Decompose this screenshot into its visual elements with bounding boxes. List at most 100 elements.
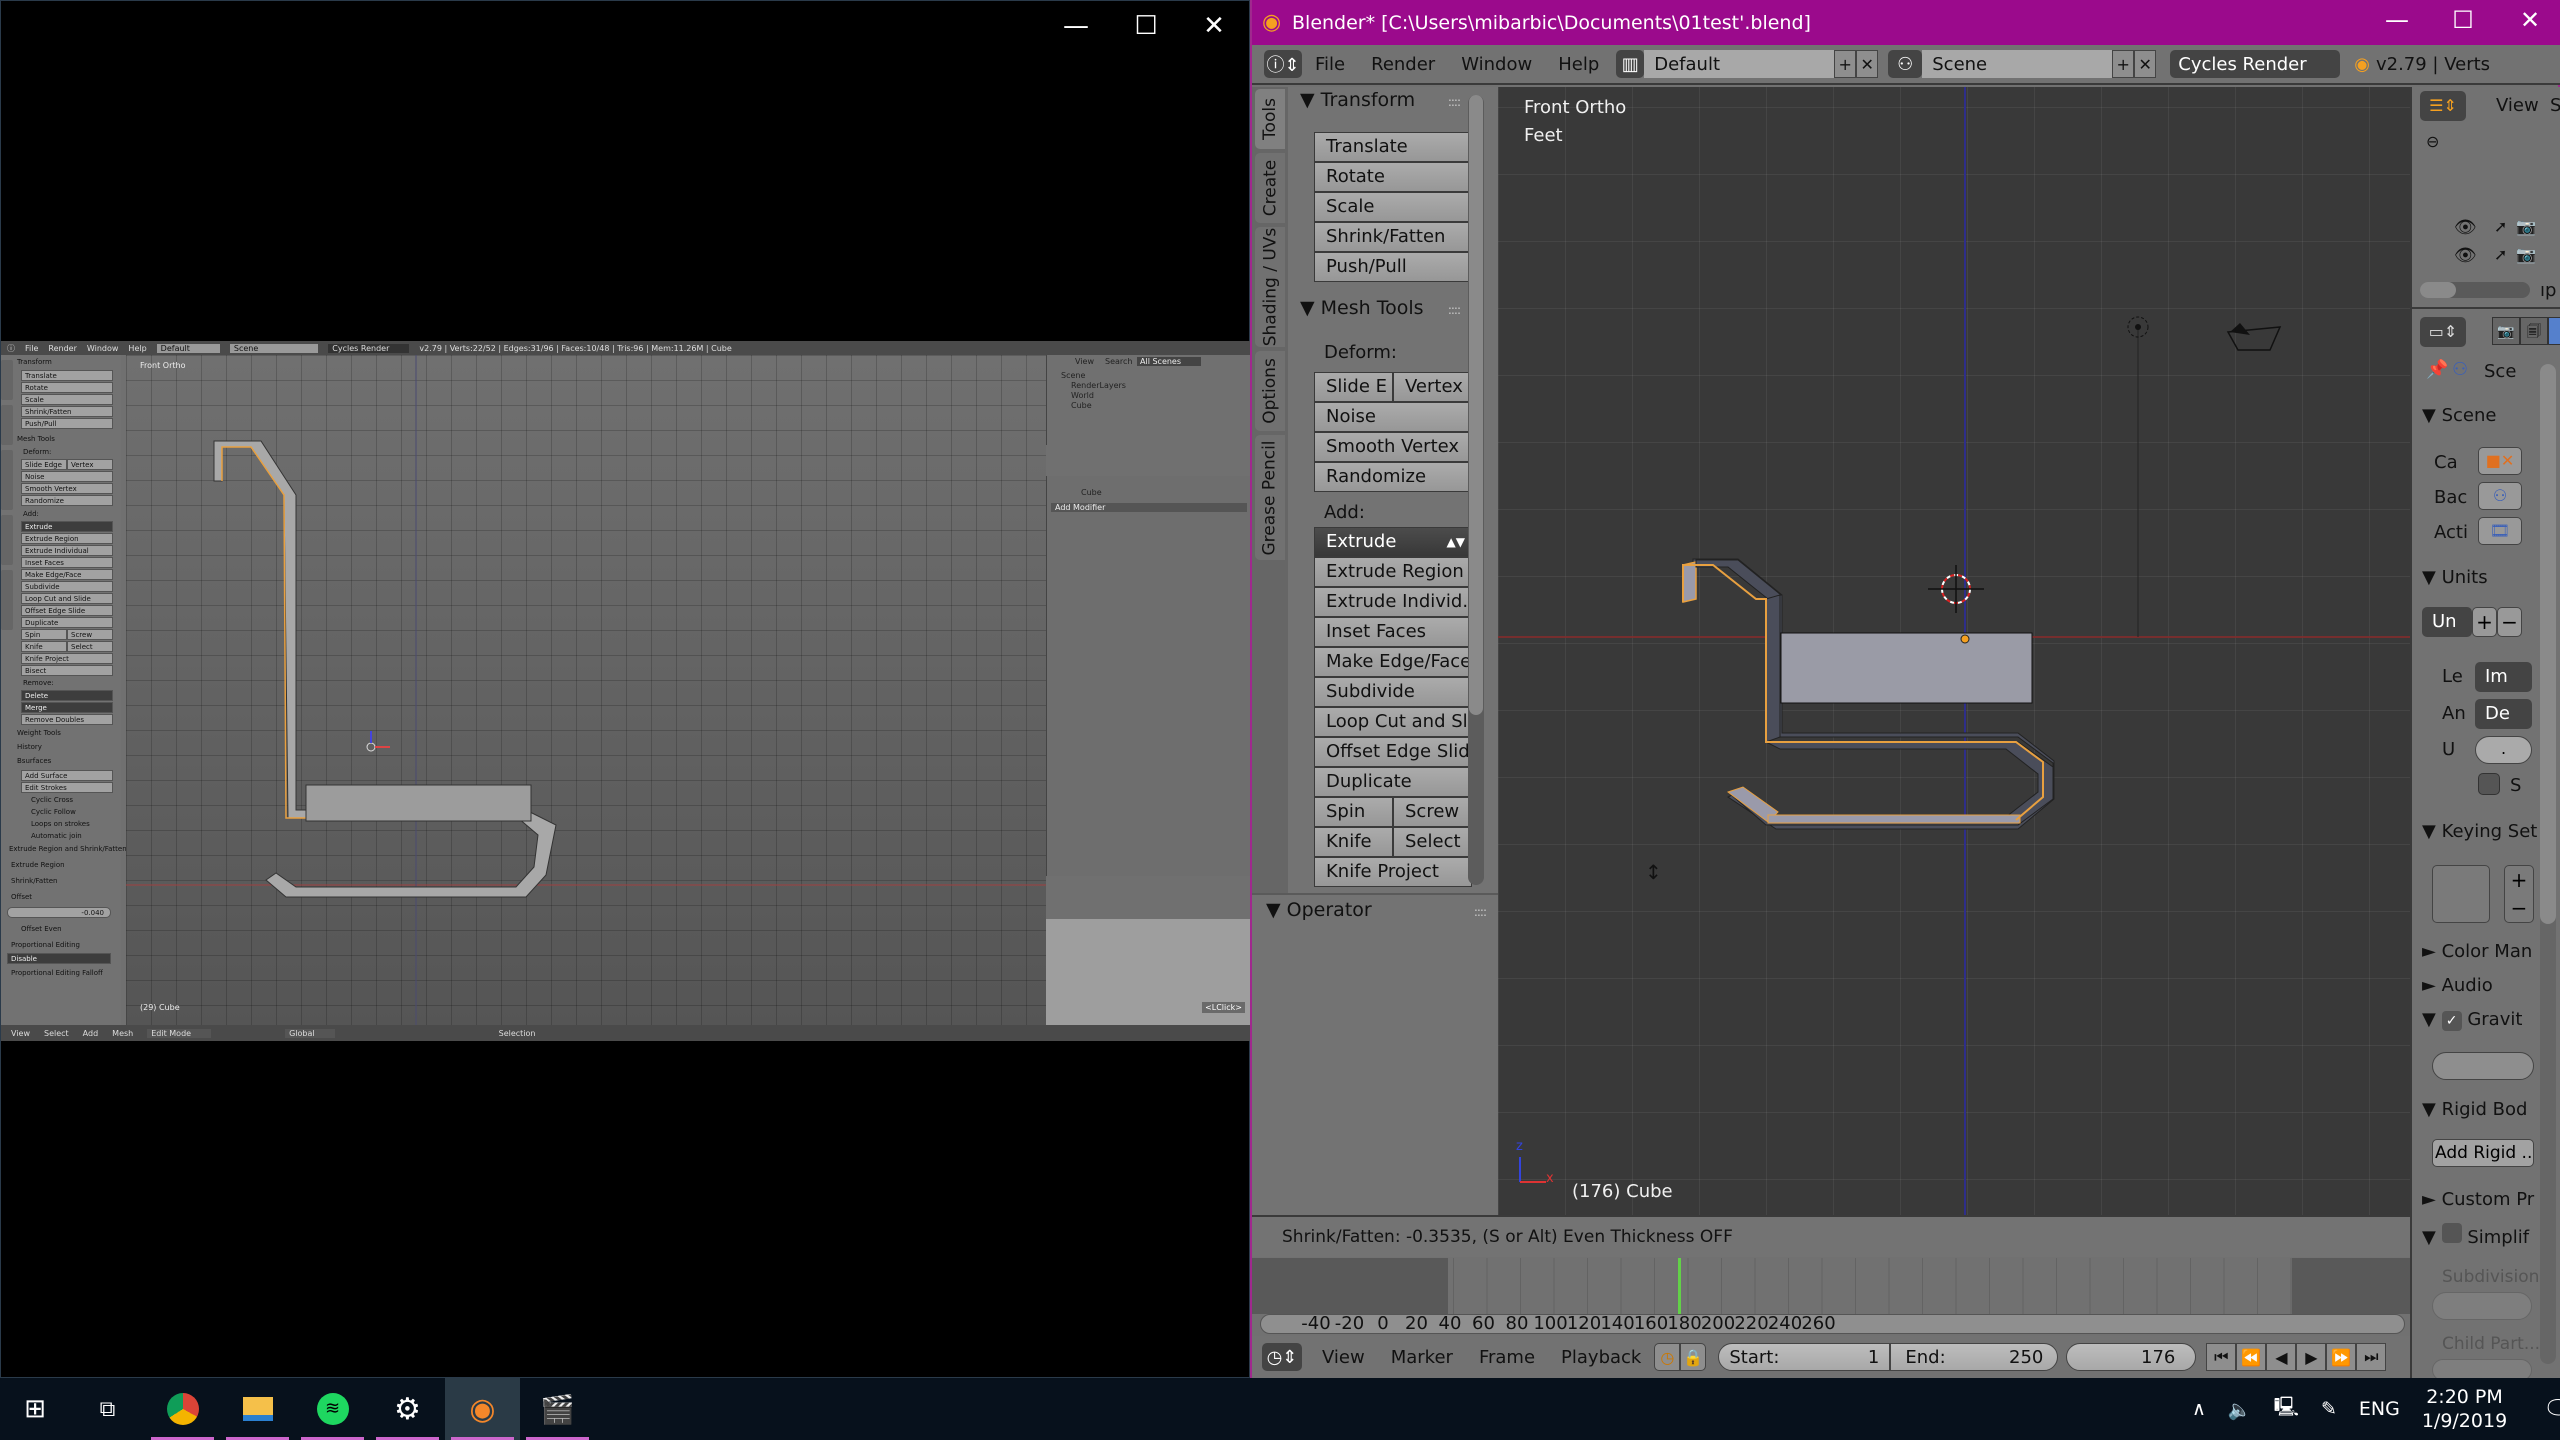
taskbar-settings[interactable]: ⚙ <box>370 1378 445 1440</box>
play-icon[interactable]: ▶ <box>2296 1343 2327 1371</box>
spin-button[interactable]: Spin <box>1314 797 1393 827</box>
tab-tools[interactable]: Tools <box>1255 89 1285 149</box>
menu-help[interactable]: Help <box>1558 54 1599 75</box>
screw-button[interactable]: Screw <box>1393 797 1472 827</box>
menu-help[interactable]: Help <box>128 344 146 353</box>
remove-preset-icon[interactable]: − <box>2497 607 2522 637</box>
panel-grip-icon[interactable]: :::: <box>1448 95 1461 109</box>
select-arrow-icon[interactable]: ➚ <box>2494 217 2507 236</box>
render-camera-icon[interactable]: 📷 <box>2516 245 2536 264</box>
outliner-scene[interactable]: Scene <box>1061 371 1085 380</box>
loop-cut-button[interactable]: Loop Cut and Slide <box>21 593 113 604</box>
randomize-button[interactable]: Randomize <box>21 495 113 506</box>
outliner-cube[interactable]: Cube <box>1071 401 1092 410</box>
prev-keyframe-icon[interactable]: ⏪ <box>2236 1343 2267 1371</box>
clock[interactable]: 2:20 PM 1/9/2019 <box>2422 1385 2507 1433</box>
keying-sets-panel-header[interactable]: ▼ Keying Set <box>2422 821 2537 842</box>
automatic-join-checkbox[interactable]: Automatic join <box>31 832 82 840</box>
select-button[interactable]: Select <box>67 641 113 652</box>
engine-select[interactable]: Cycles Render <box>328 343 410 353</box>
3d-viewport[interactable]: Front Ortho Feet ↕ z x (176) Cube <box>1498 87 2560 1215</box>
outliner-search-menu[interactable]: S <box>2550 95 2560 116</box>
offset-edge-slide-button[interactable]: Offset Edge Slide <box>21 605 113 616</box>
outliner-editor-icon[interactable]: ☰⇕ <box>2420 91 2466 121</box>
add-layout-icon[interactable]: + <box>1834 50 1857 78</box>
pin-icon[interactable]: 📌 <box>2426 359 2448 380</box>
inset-faces-button[interactable]: Inset Faces <box>1314 617 1472 647</box>
maximize-button[interactable]: ☐ <box>1116 11 1176 41</box>
taskbar-file-explorer[interactable] <box>220 1378 295 1440</box>
play-reverse-icon[interactable]: ◀ <box>2266 1343 2297 1371</box>
auto-keyframe-clock-icon[interactable]: ◷ <box>1654 1343 1681 1371</box>
outliner-view-menu[interactable]: View <box>1075 357 1094 366</box>
outliner-search-menu[interactable]: Search <box>1105 357 1132 366</box>
remove-scene-icon[interactable]: ✕ <box>2134 50 2157 78</box>
action-center-icon[interactable]: 🗨 <box>2543 1395 2560 1423</box>
offset-even-checkbox[interactable]: Offset Even <box>21 925 62 933</box>
select-arrow-icon[interactable]: ➚ <box>2494 245 2507 264</box>
remove-doubles-button[interactable]: Remove Doubles <box>21 714 113 725</box>
render-camera-icon[interactable]: 📷 <box>2516 217 2536 236</box>
taskbar-video-editor[interactable]: 🎬 <box>520 1378 595 1440</box>
scene-select[interactable]: Scene <box>1922 50 2113 78</box>
smooth-vertex-button[interactable]: Smooth Vertex <box>21 483 113 494</box>
panel-grip-icon[interactable]: :::: <box>1448 303 1461 317</box>
pen-icon[interactable]: ✎ <box>2321 1398 2337 1420</box>
history-header[interactable]: History <box>17 743 42 751</box>
menu-file[interactable]: File <box>25 344 38 353</box>
vertex-button[interactable]: Vertex <box>67 459 113 470</box>
keying-sets-list[interactable] <box>2432 865 2490 923</box>
merge-dropdown[interactable]: Merge <box>21 702 113 713</box>
bottom-mesh-menu[interactable]: Mesh <box>112 1029 133 1038</box>
visibility-eye-icon[interactable]: 👁 <box>2454 245 2477 266</box>
knife-button[interactable]: Knife <box>1314 827 1393 857</box>
tab-options[interactable]: Options <box>1255 351 1285 431</box>
network-icon[interactable]: 🖳 <box>2274 1393 2299 1425</box>
operator-panel-header[interactable]: ▼ Operator <box>1266 899 1372 921</box>
minimize-button[interactable]: — <box>1046 11 1106 41</box>
collapse-icon[interactable]: ⊖ <box>2426 132 2439 151</box>
jump-end-icon[interactable]: ⏭ <box>2356 1343 2387 1371</box>
bisect-button[interactable]: Bisect <box>21 665 113 676</box>
taskbar-chrome[interactable] <box>145 1378 220 1440</box>
rotate-button[interactable]: Rotate <box>1314 162 1472 192</box>
timeline-frame-menu[interactable]: Frame <box>1479 1347 1535 1368</box>
timeline-editor-icon[interactable]: ◷⇕ <box>1262 1343 1302 1371</box>
tab-grease-pencil[interactable] <box>1 570 13 630</box>
keying-set-add-remove-icon[interactable]: + − <box>2504 865 2534 923</box>
background-scene-field[interactable]: ⚇ <box>2478 482 2522 510</box>
jump-start-icon[interactable]: ⏮ <box>2206 1343 2237 1371</box>
extrude-dropdown[interactable]: Extrude <box>21 521 113 532</box>
render-engine-select[interactable]: Cycles Render <box>2170 50 2341 78</box>
subdivide-button[interactable]: Subdivide <box>1314 677 1472 707</box>
knife-project-button[interactable]: Knife Project <box>1314 857 1472 887</box>
scale-button[interactable]: Scale <box>21 394 113 405</box>
separate-units-checkbox[interactable] <box>2478 773 2500 795</box>
shrink-fatten-button[interactable]: Shrink/Fatten <box>1314 222 1472 252</box>
start-frame-field[interactable]: Start: 1 <box>1718 1343 1891 1371</box>
gravity-vector-field[interactable] <box>2432 1052 2534 1080</box>
tab-shading[interactable] <box>1 450 13 510</box>
minimize-button[interactable]: — <box>2372 6 2422 34</box>
start-button[interactable]: ⊞ <box>0 1378 70 1440</box>
task-view-button[interactable]: ⧉ <box>70 1378 145 1440</box>
slide-edge-button[interactable]: Slide E <box>1314 372 1393 402</box>
properties-editor-icon[interactable]: ▭⇕ <box>2420 317 2466 347</box>
gravity-panel-header[interactable]: ▼ ✓ Gravit <box>2422 1009 2522 1031</box>
render-layers-tab-icon[interactable]: 🗐 <box>2520 317 2548 345</box>
subdivide-button[interactable]: Subdivide <box>21 581 113 592</box>
add-preset-icon[interactable]: + <box>2472 607 2497 637</box>
tab-create[interactable] <box>1 405 13 445</box>
subdivision-field[interactable] <box>2432 1292 2532 1320</box>
transform-panel-header[interactable]: Transform <box>17 358 52 366</box>
offset-field[interactable]: -0.040 <box>7 907 111 918</box>
extrude-individual-button[interactable]: Extrude Individual <box>21 545 113 556</box>
active-clip-field[interactable]: 🎞 <box>2478 517 2522 545</box>
shrink-fatten-button[interactable]: Shrink/Fatten <box>21 406 113 417</box>
outliner-view-menu[interactable]: View <box>2496 95 2539 116</box>
weight-tools-header[interactable]: Weight Tools <box>17 729 61 737</box>
spin-button[interactable]: Spin <box>21 629 67 640</box>
units-panel-header[interactable]: ▼ Units <box>2422 567 2488 588</box>
extrude-region-button[interactable]: Extrude Region <box>1314 557 1472 587</box>
noise-button[interactable]: Noise <box>1314 402 1472 432</box>
